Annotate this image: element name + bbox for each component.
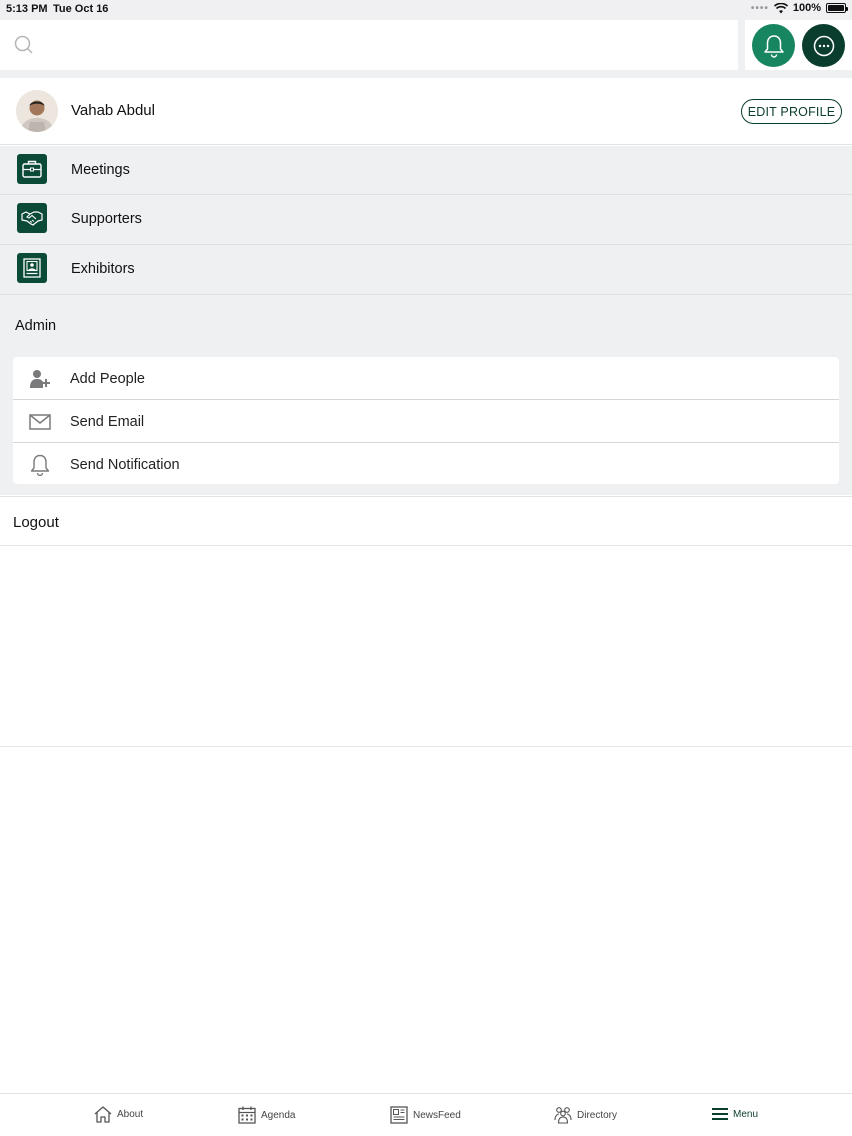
wifi-icon: [773, 2, 788, 14]
tab-label: Directory: [577, 1109, 618, 1121]
tab-bar: About Agenda NewsFeed Directory Menu: [0, 1093, 852, 1136]
search-icon: [14, 35, 34, 55]
admin-card: Add People Send Email Send Notification: [13, 357, 839, 484]
admin-item-send-notification[interactable]: Send Notification: [13, 443, 839, 484]
logout-label: Logout: [13, 514, 59, 531]
home-icon: [94, 1106, 112, 1123]
menu-item-meetings[interactable]: Meetings: [0, 146, 852, 195]
menu-item-exhibitors[interactable]: Exhibitors: [0, 245, 852, 295]
menu-item-supporters[interactable]: Supporters: [0, 195, 852, 245]
menu-item-label: Meetings: [71, 162, 130, 178]
edit-profile-button[interactable]: EDIT PROFILE: [741, 99, 842, 124]
multitask-dots-icon: ••••: [750, 2, 769, 14]
battery-icon: [826, 3, 848, 13]
hamburger-icon: [712, 1106, 728, 1122]
bell-outline-icon: [29, 454, 51, 476]
search-box[interactable]: [0, 20, 738, 70]
tab-label: Menu: [733, 1108, 759, 1120]
admin-item-label: Send Email: [70, 414, 145, 430]
menu-item-label: Supporters: [71, 211, 142, 227]
tab-about[interactable]: About: [94, 1106, 143, 1123]
tab-label: NewsFeed: [413, 1109, 461, 1121]
handshake-icon: [17, 203, 47, 233]
status-time: 5:13 PM: [6, 3, 48, 15]
admin-item-add-people[interactable]: Add People: [13, 357, 839, 400]
status-date: Tue Oct 16: [53, 3, 109, 15]
calendar-icon: [238, 1106, 256, 1124]
menu-item-label: Exhibitors: [71, 261, 135, 277]
admin-title: Admin: [15, 318, 57, 334]
notifications-button[interactable]: [752, 24, 795, 67]
add-person-icon: [29, 368, 51, 390]
people-icon: [554, 1106, 572, 1124]
tab-menu[interactable]: Menu: [712, 1106, 758, 1122]
bell-icon: [763, 34, 785, 58]
admin-item-label: Send Notification: [70, 457, 180, 473]
exhibitor-icon: [17, 253, 47, 283]
briefcase-icon: [17, 154, 47, 184]
avatar: [16, 90, 58, 132]
logout-button[interactable]: Logout: [0, 496, 852, 546]
admin-section: Admin Add People Send Email Send Notific…: [0, 295, 852, 495]
tab-newsfeed[interactable]: NewsFeed: [390, 1106, 461, 1124]
divider: [0, 746, 852, 747]
admin-item-label: Add People: [70, 371, 145, 387]
header-icon-panel: [745, 20, 852, 70]
profile-name: Vahab Abdul: [71, 102, 155, 119]
search-input[interactable]: [44, 36, 724, 54]
tab-agenda[interactable]: Agenda: [238, 1106, 295, 1124]
chat-icon: [812, 34, 836, 58]
admin-item-send-email[interactable]: Send Email: [13, 400, 839, 443]
tab-directory[interactable]: Directory: [554, 1106, 617, 1124]
tab-label: About: [117, 1109, 144, 1120]
status-bar: 5:13 PM Tue Oct 16 •••• 100%: [0, 0, 852, 18]
menu-list: Meetings Supporters Exhibitors: [0, 146, 852, 295]
battery-percent: 100%: [792, 2, 821, 14]
tab-label: Agenda: [261, 1109, 296, 1121]
envelope-icon: [29, 411, 51, 433]
messages-button[interactable]: [802, 24, 845, 67]
newspaper-icon: [390, 1106, 408, 1124]
profile-row[interactable]: Vahab Abdul EDIT PROFILE: [0, 78, 852, 145]
status-right: •••• 100%: [750, 2, 848, 14]
top-bar: [0, 18, 852, 78]
